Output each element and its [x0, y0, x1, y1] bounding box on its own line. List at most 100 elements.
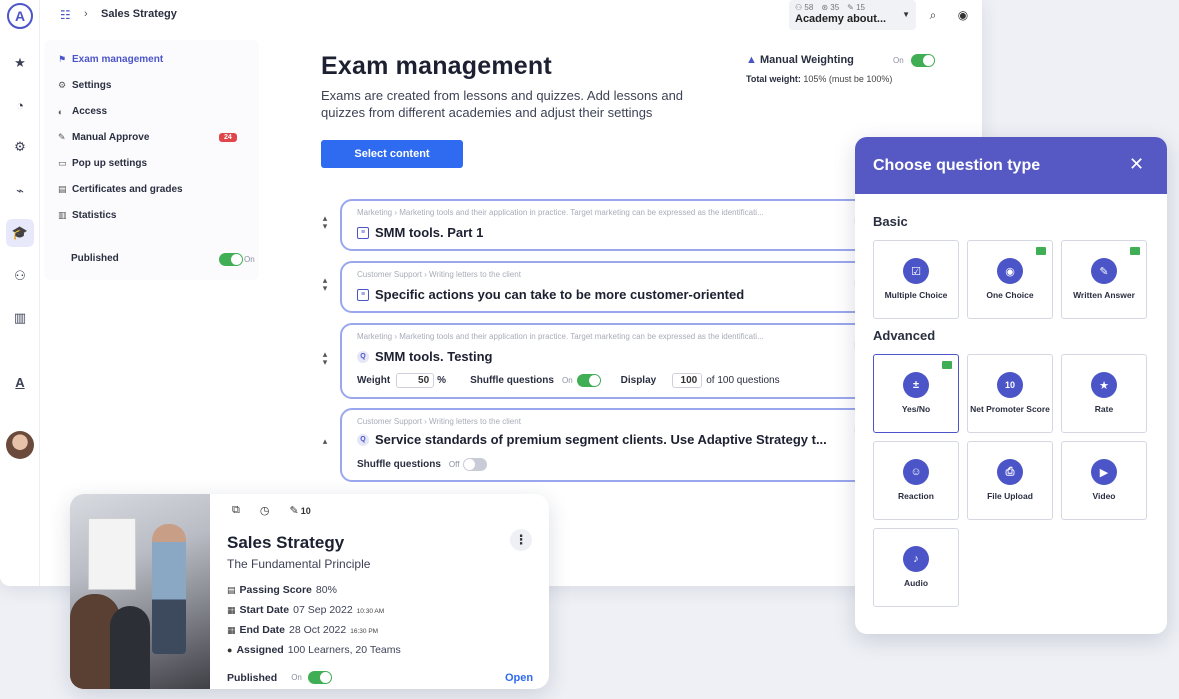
edits-count: ✎ 15 — [847, 3, 865, 12]
pencil-icon: ✎ — [58, 132, 66, 142]
course-subtitle: The Fundamental Principle — [227, 557, 371, 571]
radio-icon: ◉ — [997, 258, 1023, 284]
exam-card[interactable]: Customer Support › Writing letters to th… — [340, 408, 880, 482]
exam-icon: ⚑ — [58, 54, 67, 64]
course-card-toolbar: ⧉ ◷ ✎ 10 — [232, 504, 311, 517]
question-type-one-choice[interactable]: ◉ One Choice — [967, 240, 1053, 319]
select-content-button[interactable]: Select content — [321, 140, 463, 168]
reorder-handle[interactable]: ▴ ▾ — [320, 350, 330, 367]
card-title: Q Service standards of premium segment c… — [357, 432, 827, 447]
subnav-item-label: Certificates and grades — [72, 184, 183, 195]
manual-weighting-toggle[interactable] — [911, 54, 935, 67]
card-settings-row: Weight 50 % Shuffle questions On Display… — [357, 373, 780, 388]
question-type-file-upload[interactable]: ⎙ File Upload — [967, 441, 1053, 520]
gauge-icon[interactable]: ◔ — [6, 91, 34, 119]
academy-cap-icon[interactable]: 🎓 — [6, 219, 34, 247]
learners-count: ⚇ 58 — [795, 3, 814, 12]
question-type-yes-no[interactable]: ± Yes/No — [873, 354, 959, 433]
page-subtitle: Exams are created from lessons and quizz… — [321, 88, 684, 120]
subnav-item-label: Pop up settings — [72, 158, 147, 169]
subnav-item-statistics[interactable]: ▥ Statistics — [58, 210, 116, 221]
shuffle-toggle[interactable] — [463, 458, 488, 471]
display-suffix: of 100 questions — [706, 375, 780, 386]
page-title: Exam management — [321, 52, 552, 80]
eye-icon[interactable]: ◉ — [954, 6, 972, 24]
card-path: Customer Support › Writing letters to th… — [357, 417, 521, 426]
users-icon[interactable]: ⚇ — [6, 262, 34, 290]
icon-rail: A ★ ◔ ⚙ ⌁ 🎓 ⚇ ▥ A — [0, 0, 40, 586]
question-type-label: Written Answer — [1073, 290, 1135, 300]
card-title-text: SMM tools. Testing — [375, 349, 493, 364]
course-published-state: On — [291, 673, 302, 682]
display-input[interactable]: 100 — [672, 373, 703, 388]
question-type-reaction[interactable]: ☺ Reaction — [873, 441, 959, 520]
popup-icon: ▭ — [58, 158, 67, 168]
subnav-item-popup-settings[interactable]: ▭ Pop up settings — [58, 158, 147, 169]
more-options-icon[interactable]: ⋮ — [510, 529, 532, 551]
audio-icon: ♪ — [903, 546, 929, 572]
certificate-icon: ▤ — [58, 184, 67, 194]
weight-input[interactable]: 50 — [396, 373, 435, 388]
question-type-written-answer[interactable]: ✎ Written Answer — [1061, 240, 1147, 319]
close-icon[interactable]: ✕ — [1129, 155, 1144, 173]
passing-score-row: ▤ Passing Score 80% — [227, 584, 337, 596]
chart-icon: ▥ — [58, 210, 67, 220]
course-photo — [70, 494, 210, 689]
course-published-label: Published — [227, 671, 278, 684]
subnav-item-access[interactable]: ◐ Access — [58, 106, 107, 117]
question-type-video[interactable]: ▶ Video — [1061, 441, 1147, 520]
breadcrumb[interactable]: Sales Strategy — [101, 8, 177, 20]
subnav-item-label: Exam management — [72, 54, 164, 65]
apps-icon[interactable]: ☷ — [60, 8, 71, 22]
font-icon[interactable]: A — [6, 368, 34, 396]
video-icon: ▶ — [1091, 459, 1117, 485]
academy-select[interactable]: ⚇ 58 ⊛ 35 ✎ 15 Academy about... ▼ — [789, 0, 916, 30]
path-icon[interactable]: ⌁ — [6, 177, 34, 205]
gear-icon[interactable]: ⚙ — [6, 133, 34, 161]
subnav-item-exam-management[interactable]: ⚑ Exam management — [58, 54, 163, 65]
stats-icon[interactable]: ▥ — [6, 304, 34, 332]
photo-whiteboard — [88, 518, 136, 590]
search-icon[interactable]: ⌕ — [924, 6, 942, 24]
premium-badge-icon — [942, 361, 952, 369]
screen-icon[interactable]: ⧉ — [232, 504, 240, 517]
quiz-icon: Q — [357, 350, 369, 363]
exam-card[interactable]: Marketing › Marketing tools and their ap… — [340, 199, 880, 251]
question-type-audio[interactable]: ♪ Audio — [873, 528, 959, 607]
edit-count[interactable]: ✎ 10 — [289, 504, 310, 517]
photo-presenter — [152, 524, 186, 654]
timer-icon[interactable]: ◷ — [260, 504, 270, 517]
access-icon: ◐ — [58, 106, 64, 117]
app-logo-icon[interactable]: A — [7, 3, 33, 29]
subnav-item-certificates[interactable]: ▤ Certificates and grades — [58, 184, 183, 195]
exam-card[interactable]: Customer Support › Writing letters to th… — [340, 261, 880, 313]
section-basic: Basic — [873, 214, 908, 229]
course-published-toggle[interactable] — [307, 671, 332, 684]
question-type-label: One Choice — [986, 290, 1034, 300]
reorder-handle[interactable]: ▴ ▾ — [320, 276, 330, 293]
gear-icon: ⚙ — [58, 80, 67, 90]
question-type-multiple-choice[interactable]: ☑ Multiple Choice — [873, 240, 959, 319]
star-icon[interactable]: ★ — [6, 49, 34, 77]
subnav-item-settings[interactable]: ⚙ Settings — [58, 80, 111, 91]
reorder-handle[interactable]: ▴ ▾ — [320, 214, 330, 231]
exam-card[interactable]: Marketing › Marketing tools and their ap… — [340, 323, 880, 399]
published-toggle[interactable] — [219, 253, 243, 266]
shuffle-toggle[interactable] — [576, 374, 601, 387]
card-path: Customer Support › Writing letters to th… — [357, 270, 521, 279]
question-type-label: Video — [1092, 491, 1116, 501]
avatar[interactable] — [6, 431, 34, 459]
lesson-icon: ≡ — [357, 288, 369, 301]
question-type-net-promoter-score[interactable]: 10 Net Promoter Score — [967, 354, 1053, 433]
question-type-rate[interactable]: ★ Rate — [1061, 354, 1147, 433]
reorder-handle[interactable]: ▴ — [320, 437, 330, 446]
subnav-item-manual-approve[interactable]: ✎ Manual Approve — [58, 132, 149, 143]
panel-title: Choose question type — [873, 157, 1041, 174]
lesson-icon: ≡ — [357, 226, 369, 239]
section-subnav: ⚑ Exam management ⚙ Settings ◐ Access ✎ … — [44, 40, 259, 280]
open-link[interactable]: Open — [505, 672, 533, 684]
breadcrumb-chevron-icon: › — [84, 8, 88, 20]
assigned-row: ● Assigned 100 Learners, 20 Teams — [227, 644, 401, 656]
subnav-item-label: Access — [72, 106, 108, 117]
courses-count: ⊛ 35 — [821, 3, 840, 12]
